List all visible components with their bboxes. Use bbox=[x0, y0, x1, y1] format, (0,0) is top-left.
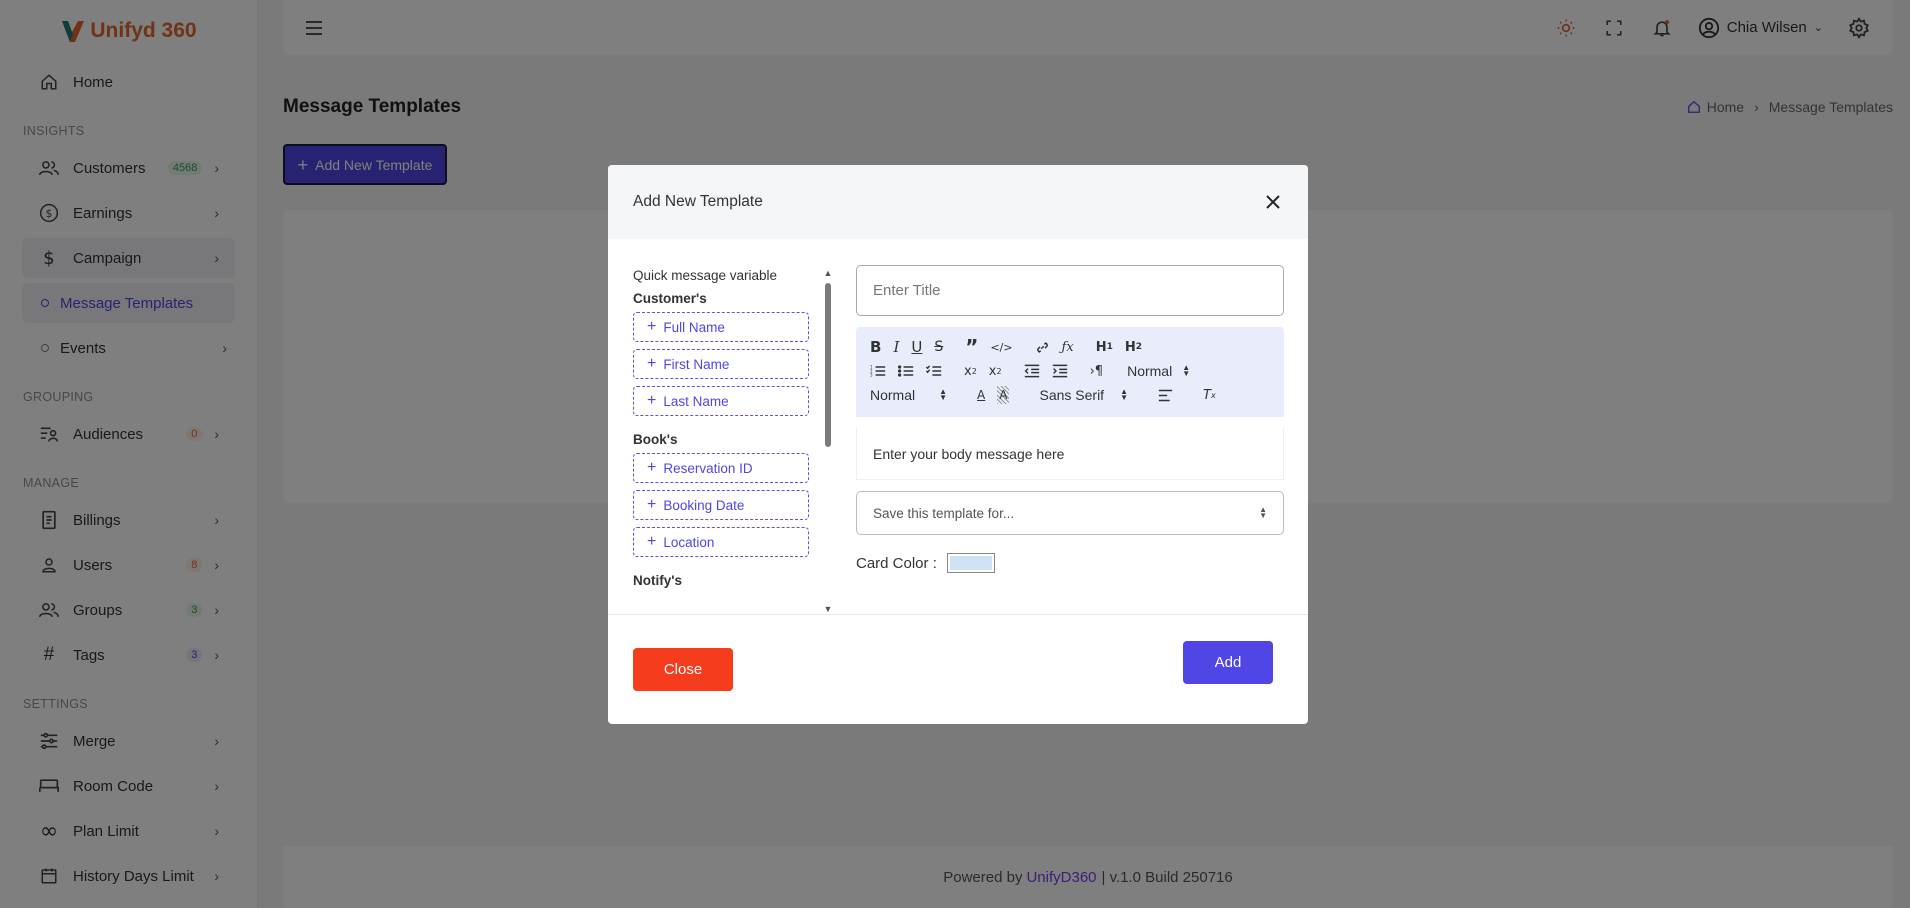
variable-chip-label: Reservation ID bbox=[663, 460, 753, 476]
quick-variables-panel: Quick message variable Customer's + Full … bbox=[633, 265, 833, 617]
align-left-icon[interactable] bbox=[1158, 386, 1173, 404]
superscript-icon[interactable]: x2 bbox=[989, 362, 1002, 380]
header-select[interactable]: Normal ▲ ▼ bbox=[1127, 363, 1190, 379]
text-color-icon[interactable]: A bbox=[977, 386, 985, 404]
toolbar-row: Normal ▲ ▼ A A Sans Serif ▲ ▼ Tx bbox=[870, 383, 1272, 407]
ordered-list-icon[interactable]: 123 bbox=[870, 362, 886, 380]
strikethrough-icon[interactable]: S bbox=[934, 338, 943, 356]
size-select-value: Normal bbox=[870, 387, 916, 403]
save-for-select[interactable]: Save this template for... ▲ ▼ bbox=[856, 491, 1284, 535]
toolbar-row: 123 x2 x2 ›¶ Normal ▲ ▼ bbox=[870, 359, 1272, 383]
card-color-picker[interactable] bbox=[946, 553, 995, 573]
heading-1-icon[interactable]: H1 bbox=[1096, 338, 1113, 356]
variables-heading: Quick message variable bbox=[633, 268, 778, 283]
plus-icon: + bbox=[647, 533, 657, 550]
variable-chip-reservation-id[interactable]: + Reservation ID bbox=[633, 453, 809, 483]
select-arrows-icon: ▲ ▼ bbox=[939, 387, 948, 402]
clear-format-icon[interactable]: Tx bbox=[1203, 386, 1216, 404]
checklist-icon[interactable] bbox=[926, 362, 942, 380]
font-select-value: Sans Serif bbox=[1039, 387, 1105, 403]
save-for-placeholder: Save this template for... bbox=[873, 505, 1015, 521]
svg-text:3: 3 bbox=[870, 373, 873, 378]
background-color-icon[interactable]: A bbox=[997, 386, 1010, 404]
rich-text-toolbar: B I U S ” </> ƒx H1 H2 123 x2 x2 ›¶ Norm… bbox=[856, 327, 1284, 417]
modal-header: Add New Template bbox=[608, 165, 1308, 239]
bold-icon[interactable]: B bbox=[870, 338, 881, 356]
underline-icon[interactable]: U bbox=[911, 338, 922, 356]
variable-group-title: Book's bbox=[633, 432, 678, 447]
modal-title: Add New Template bbox=[633, 193, 763, 210]
link-icon[interactable] bbox=[1035, 338, 1050, 356]
variable-chip-label: Full Name bbox=[663, 319, 725, 335]
variable-chip-label: First Name bbox=[663, 356, 730, 372]
subscript-icon[interactable]: x2 bbox=[964, 362, 977, 380]
variable-chip-label: Location bbox=[663, 534, 715, 550]
plus-icon: + bbox=[647, 459, 657, 476]
size-select[interactable]: Normal ▲ ▼ bbox=[870, 387, 947, 403]
font-select[interactable]: Sans Serif ▲ ▼ bbox=[1039, 387, 1128, 403]
bullet-list-icon[interactable] bbox=[898, 362, 914, 380]
variable-chip-location[interactable]: + Location bbox=[633, 527, 809, 557]
card-color-row: Card Color : bbox=[856, 553, 995, 573]
outdent-icon[interactable] bbox=[1024, 362, 1040, 380]
variable-chip-label: Last Name bbox=[663, 393, 729, 409]
plus-icon: + bbox=[647, 496, 657, 513]
plus-icon: + bbox=[647, 318, 657, 335]
select-arrows-icon: ▲ ▼ bbox=[1259, 505, 1267, 520]
template-title-input[interactable] bbox=[856, 265, 1284, 316]
add-button[interactable]: Add bbox=[1183, 641, 1273, 684]
body-editor[interactable]: Enter your body message here bbox=[856, 428, 1284, 480]
plus-icon: + bbox=[647, 392, 657, 409]
header-select-value: Normal bbox=[1127, 363, 1173, 379]
variable-chip-last-name[interactable]: + Last Name bbox=[633, 386, 809, 416]
plus-icon: + bbox=[647, 355, 657, 372]
scrollbar-thumb[interactable] bbox=[825, 283, 831, 447]
variable-group-title: Notify's bbox=[633, 573, 682, 588]
heading-2-icon[interactable]: H2 bbox=[1125, 338, 1142, 356]
variable-chip-first-name[interactable]: + First Name bbox=[633, 349, 809, 379]
modal-divider bbox=[608, 614, 1308, 615]
variable-chip-booking-date[interactable]: + Booking Date bbox=[633, 490, 809, 520]
variable-chip-full-name[interactable]: + Full Name bbox=[633, 312, 809, 342]
indent-icon[interactable] bbox=[1052, 362, 1068, 380]
blockquote-icon[interactable]: ” bbox=[965, 337, 978, 357]
code-block-icon[interactable]: </> bbox=[990, 338, 1012, 356]
select-arrows-icon: ▲ ▼ bbox=[1120, 387, 1128, 402]
italic-icon[interactable]: I bbox=[893, 338, 899, 356]
variables-scrollbar[interactable]: ▲ ▼ bbox=[823, 268, 833, 614]
variable-chip-label: Booking Date bbox=[663, 497, 745, 513]
card-color-label: Card Color : bbox=[856, 554, 937, 572]
text-direction-icon[interactable]: ›¶ bbox=[1090, 362, 1103, 380]
variable-group-title: Customer's bbox=[633, 291, 707, 306]
color-swatch bbox=[949, 556, 992, 570]
add-template-modal: Add New Template Quick message variable … bbox=[608, 165, 1308, 724]
toolbar-row: B I U S ” </> ƒx H1 H2 bbox=[870, 335, 1272, 359]
scroll-up-arrow-icon[interactable]: ▲ bbox=[823, 268, 833, 278]
close-icon[interactable] bbox=[1263, 192, 1283, 212]
select-arrows-icon: ▲ ▼ bbox=[1182, 363, 1191, 378]
scroll-down-arrow-icon[interactable]: ▼ bbox=[823, 604, 833, 614]
formula-icon[interactable]: ƒx bbox=[1062, 338, 1074, 356]
close-button[interactable]: Close bbox=[633, 648, 733, 691]
